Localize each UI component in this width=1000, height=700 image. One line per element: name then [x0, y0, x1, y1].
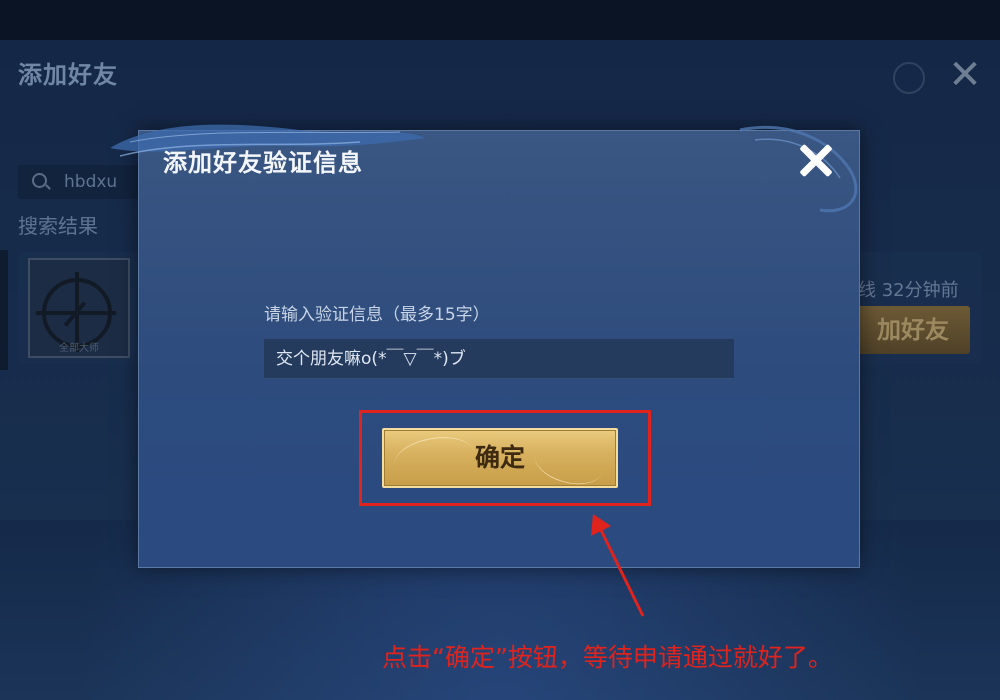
results-label: 搜索结果: [18, 214, 98, 238]
search-input: hbdxu: [18, 165, 158, 199]
verification-label: 请输入验证信息（最多15字）: [264, 305, 490, 325]
avatar-caption: 全部大师: [59, 343, 99, 354]
highlight-box: [359, 410, 651, 506]
annotation-text: 点击“确定”按钮，等待申请通过就好了。: [382, 643, 833, 672]
online-status: 线 32分钟前: [858, 280, 959, 301]
avatar: 全部大师: [28, 258, 130, 358]
settings-icon: [893, 62, 925, 94]
panel-close-icon: ✕: [948, 52, 982, 98]
search-value: hbdxu: [64, 172, 118, 192]
close-icon[interactable]: [793, 138, 839, 184]
panel-edge: [0, 250, 8, 370]
dialog-title: 添加好友验证信息: [163, 149, 363, 177]
search-icon: [32, 173, 47, 188]
top-band: [0, 0, 1000, 40]
panel-title: 添加好友: [18, 61, 118, 89]
add-friend-button: 加好友: [856, 306, 970, 354]
verification-input[interactable]: 交个朋友嘛o(*￣▽￣*)ブ: [264, 339, 734, 379]
